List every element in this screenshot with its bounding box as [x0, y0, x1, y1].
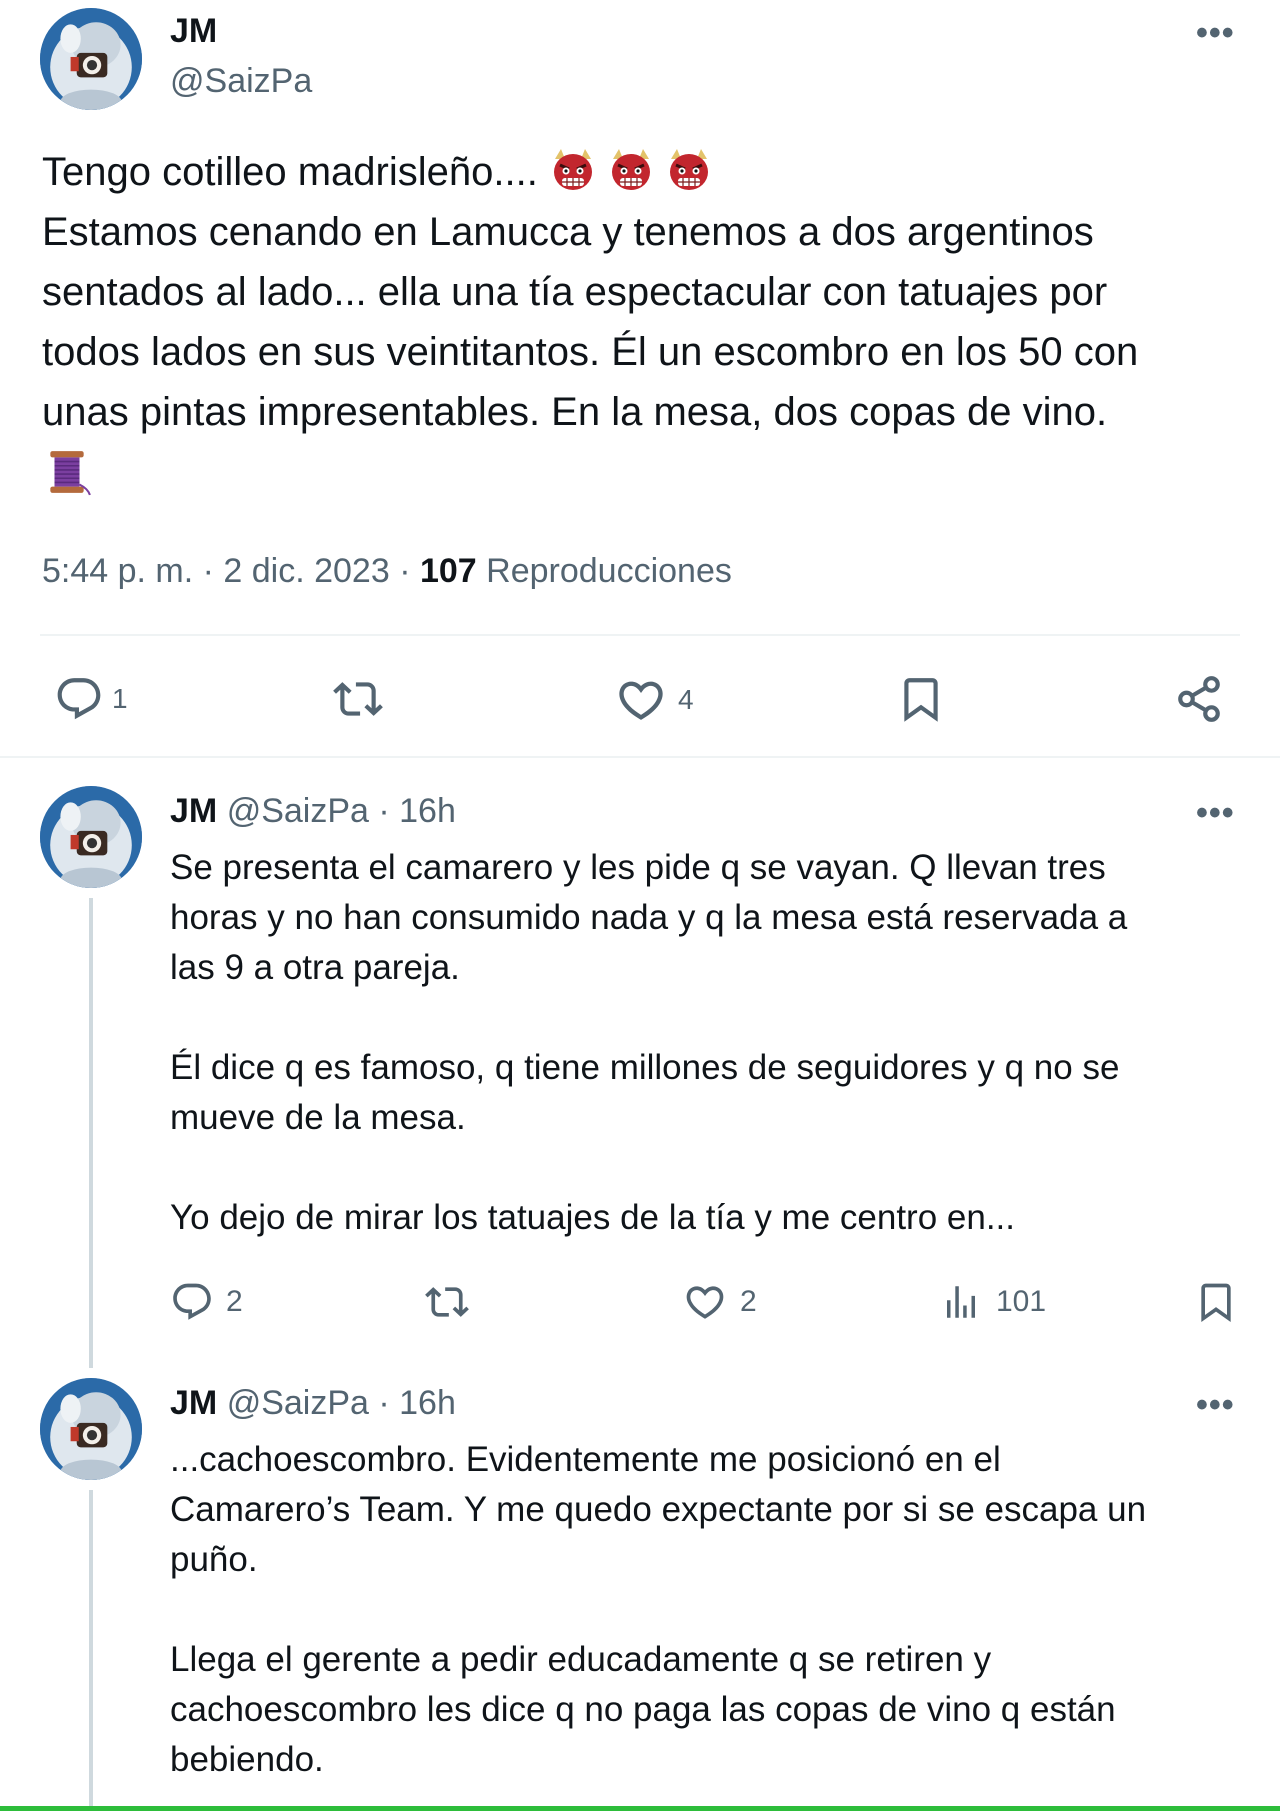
thread-line	[89, 898, 93, 1368]
reply-icon	[54, 674, 104, 724]
reply-line: bebiendo.	[170, 1740, 324, 1779]
ogre-emoji	[665, 145, 713, 193]
reply-line: Camarero’s Team. Y me quedo expectante p…	[170, 1490, 1147, 1529]
reply-text: ...cachoescombro. Evidentemente me posic…	[170, 1435, 1250, 1785]
retweet-button[interactable]	[332, 674, 384, 724]
paragraph: ...cachoescombro. Evidentemente me posic…	[170, 1435, 1250, 1585]
reply-line: Se presenta el camarero y les pide q se …	[170, 848, 1106, 887]
reply-count: 2	[226, 1285, 243, 1318]
views-icon	[940, 1280, 982, 1324]
views-label: Reproducciones	[486, 552, 732, 590]
user-handle[interactable]: @SaizPa · 16h	[227, 1384, 456, 1422]
more-options-icon[interactable]: •••	[1196, 16, 1235, 50]
like-count: 2	[740, 1285, 757, 1318]
reply-line: ...cachoescombro. Evidentemente me posic…	[170, 1440, 1001, 1479]
tweet-meta: 5:44 p. m. · 2 dic. 2023 · 107 Reproducc…	[42, 552, 732, 591]
ogre-emoji	[549, 145, 597, 193]
divider	[40, 634, 1240, 636]
retweet-icon	[332, 674, 384, 724]
reply-line: Yo dejo de mirar los tatuajes de la tía …	[170, 1198, 1016, 1237]
reply-line: las 9 a otra pareja.	[170, 948, 460, 987]
paragraph: Yo dejo de mirar los tatuajes de la tía …	[170, 1193, 1250, 1243]
divider	[0, 756, 1280, 758]
bottom-bar	[0, 1806, 1280, 1811]
bookmark-button[interactable]	[1194, 1280, 1238, 1324]
reply-header: JM @SaizPa · 16h	[170, 792, 456, 831]
user-handle[interactable]: @SaizPa · 16h	[227, 792, 456, 830]
views-count: 101	[996, 1285, 1047, 1318]
bookmark-icon	[1194, 1280, 1238, 1324]
reply-line: Él dice q es famoso, q tiene millones de…	[170, 1048, 1120, 1087]
tweet-line: sentados al lado... ella una tía especta…	[42, 270, 1108, 314]
reply-text: Se presenta el camarero y les pide q se …	[170, 843, 1250, 1243]
like-count: 4	[678, 684, 694, 715]
avatar[interactable]	[40, 8, 142, 110]
reply-button[interactable]: 1	[54, 674, 128, 724]
like-icon	[614, 674, 668, 726]
reply-button[interactable]: 2	[170, 1280, 243, 1324]
reply-icon	[170, 1280, 214, 1324]
reply-line: cachoescombro les dice q no paga las cop…	[170, 1690, 1116, 1729]
paragraph: Él dice q es famoso, q tiene millones de…	[170, 1043, 1250, 1143]
ogre-emoji	[607, 145, 655, 193]
bookmark-button[interactable]	[896, 674, 946, 724]
retweet-button[interactable]	[424, 1280, 470, 1324]
share-button[interactable]	[1174, 674, 1224, 724]
tweet-line: unas pintas impresentables. En la mesa, …	[42, 390, 1108, 434]
paragraph: Se presenta el camarero y les pide q se …	[170, 843, 1250, 993]
display-name[interactable]: JM	[170, 792, 217, 830]
display-name[interactable]: JM	[170, 1384, 217, 1422]
reply-line: horas y no han consumido nada y q la mes…	[170, 898, 1128, 937]
display-name[interactable]: JM	[170, 12, 217, 51]
views-button[interactable]: 101	[940, 1280, 1046, 1324]
bookmark-icon	[896, 674, 946, 724]
user-handle[interactable]: @SaizPa	[170, 62, 312, 101]
thread-spool-emoji	[42, 446, 92, 498]
reply-header: JM @SaizPa · 16h	[170, 1384, 456, 1423]
like-button[interactable]: 2	[682, 1280, 757, 1324]
thread-line	[89, 1490, 93, 1811]
reply-line: Llega el gerente a pedir educadamente q …	[170, 1640, 992, 1679]
avatar[interactable]	[40, 786, 142, 888]
tweet-line: Estamos cenando en Lamucca y tenemos a d…	[42, 210, 1094, 254]
like-button[interactable]: 4	[614, 674, 694, 726]
reply-line: puño.	[170, 1540, 258, 1579]
more-options-icon[interactable]: •••	[1196, 796, 1235, 830]
tweet-line: Tengo cotilleo madrisleño....	[42, 150, 538, 194]
retweet-icon	[424, 1280, 470, 1324]
more-options-icon[interactable]: •••	[1196, 1388, 1235, 1422]
timestamp[interactable]: 5:44 p. m. · 2 dic. 2023 ·	[42, 552, 411, 590]
paragraph: Llega el gerente a pedir educadamente q …	[170, 1635, 1250, 1785]
reply-line: mueve de la mesa.	[170, 1098, 466, 1137]
like-icon	[682, 1280, 728, 1324]
reply-count: 1	[112, 683, 128, 714]
avatar[interactable]	[40, 1378, 142, 1480]
views-count: 107	[419, 552, 477, 590]
tweet-line: todos lados en sus veintitantos. Él un e…	[42, 330, 1139, 374]
share-icon	[1174, 674, 1224, 724]
tweet-text: Tengo cotilleo madrisleño.... Estamos ce…	[42, 142, 1252, 498]
